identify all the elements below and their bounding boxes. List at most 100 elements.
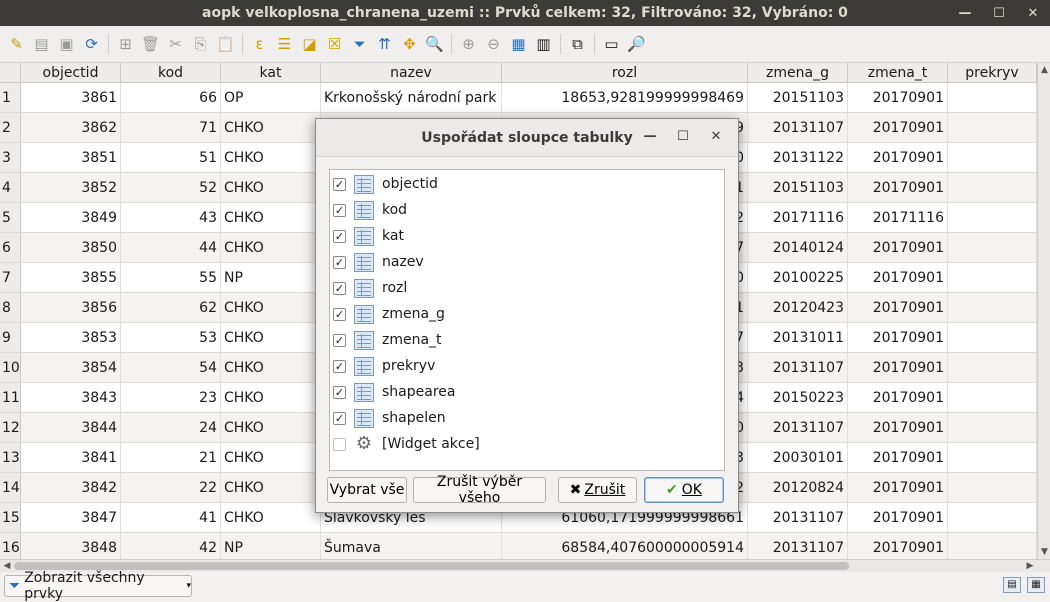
row-number[interactable]: 14 [0,473,21,502]
column-checkbox[interactable]: ✓ [333,359,346,373]
cell-kod[interactable]: 23 [121,383,221,412]
column-checkbox[interactable]: ✓ [333,333,346,347]
cell-objectid[interactable]: 3854 [21,353,121,382]
cell-kod[interactable]: 51 [121,143,221,172]
column-header[interactable]: kod [121,63,221,82]
move-selection-top-icon[interactable]: ⇈ [372,32,397,57]
column-header[interactable]: prekryv [948,63,1037,82]
cell-kat[interactable]: NP [221,263,321,292]
cell-rozl[interactable]: 68584,407600000005914 [502,533,748,559]
cell-prekryv[interactable] [948,293,1037,322]
cell-kat[interactable]: CHKO [221,293,321,322]
cell-objectid[interactable]: 3853 [21,323,121,352]
cell-zmena_t[interactable]: 20170901 [848,173,948,202]
select-expression-icon[interactable]: ε [247,32,272,57]
cell-objectid[interactable]: 3855 [21,263,121,292]
row-number[interactable]: 9 [0,323,21,352]
copy-icon[interactable]: ⎘ [188,32,213,57]
cell-kat[interactable]: CHKO [221,323,321,352]
cell-kod[interactable]: 44 [121,233,221,262]
cell-objectid[interactable]: 3862 [21,113,121,142]
cell-objectid[interactable]: 3852 [21,173,121,202]
column-checkbox[interactable]: ✓ [333,177,346,191]
cell-zmena_t[interactable]: 20170901 [848,353,948,382]
cell-prekryv[interactable] [948,473,1037,502]
column-checkbox[interactable]: ✓ [333,307,346,321]
cell-kod[interactable]: 55 [121,263,221,292]
dialog-minimize-icon[interactable]: — [640,129,660,147]
cell-kat[interactable]: CHKO [221,503,321,532]
column-list-item[interactable]: ✓ shapelen [330,405,724,431]
cell-kat[interactable]: CHKO [221,413,321,442]
cell-objectid[interactable]: 3844 [21,413,121,442]
cell-zmena_g[interactable]: 20131107 [748,113,848,142]
cell-prekryv[interactable] [948,173,1037,202]
cell-zmena_g[interactable]: 20131107 [748,533,848,559]
cell-zmena_g[interactable]: 20100225 [748,263,848,292]
select-all-button[interactable]: Vybrat vše [327,477,407,503]
cell-kod[interactable]: 62 [121,293,221,322]
cell-zmena_g[interactable]: 20131122 [748,143,848,172]
row-number[interactable]: 15 [0,503,21,532]
search-icon[interactable]: 🔎 [624,32,649,57]
row-number[interactable]: 7 [0,263,21,292]
column-header[interactable]: rozl [502,63,748,82]
cell-kod[interactable]: 71 [121,113,221,142]
cell-nazev[interactable]: Krkonošský národní park [321,83,502,112]
column-checkbox[interactable] [333,437,346,451]
ok-button[interactable]: ✔ OK [644,477,724,503]
row-number[interactable]: 5 [0,203,21,232]
delete-feature-icon[interactable]: 🗑 [138,32,163,57]
cell-zmena_t[interactable]: 20170901 [848,233,948,262]
table-row[interactable]: 16 3848 42 NP Šumava 68584,407600000005914 201… [0,533,1037,559]
column-checkbox[interactable]: ✓ [333,281,346,295]
cell-kat[interactable]: CHKO [221,173,321,202]
cell-prekryv[interactable] [948,143,1037,172]
cell-zmena_g[interactable]: 20151103 [748,83,848,112]
form-view-icon[interactable]: ▦ [1027,577,1045,593]
cell-zmena_t[interactable]: 20170901 [848,293,948,322]
row-number[interactable]: 3 [0,143,21,172]
select-all-icon[interactable]: ☰ [272,32,297,57]
row-number[interactable]: 1 [0,83,21,112]
filter-select-icon[interactable]: ⏷ [347,32,372,57]
field-calculator-icon[interactable]: ▦ [506,32,531,57]
cell-zmena_t[interactable]: 20170901 [848,83,948,112]
cell-zmena_g[interactable]: 20150223 [748,383,848,412]
cell-prekryv[interactable] [948,263,1037,292]
cell-rozl[interactable]: 18653,928199999998469 [502,83,748,112]
cell-objectid[interactable]: 3847 [21,503,121,532]
cell-zmena_t[interactable]: 20170901 [848,383,948,412]
row-number[interactable]: 6 [0,233,21,262]
pan-to-selection-icon[interactable]: ✥ [397,32,422,57]
cell-zmena_t[interactable]: 20170901 [848,263,948,292]
cell-zmena_g[interactable]: 20120824 [748,473,848,502]
cell-kat[interactable]: CHKO [221,233,321,262]
actions-icon[interactable]: ▭ [599,32,624,57]
column-list-item[interactable]: ✓ kod [330,197,724,223]
invert-selection-icon[interactable]: ◪ [297,32,322,57]
cell-prekryv[interactable] [948,233,1037,262]
cell-kod[interactable]: 43 [121,203,221,232]
cell-zmena_t[interactable]: 20170901 [848,443,948,472]
column-checkbox[interactable]: ✓ [333,255,346,269]
save-icon[interactable]: ▣ [54,32,79,57]
cell-kat[interactable]: CHKO [221,353,321,382]
cell-objectid[interactable]: 3848 [21,533,121,559]
cell-kod[interactable]: 24 [121,413,221,442]
row-number[interactable]: 16 [0,533,21,559]
cell-zmena_t[interactable]: 20170901 [848,323,948,352]
scroll-up-icon[interactable]: ▲ [1038,63,1050,77]
cell-kat[interactable]: NP [221,533,321,559]
cell-zmena_g[interactable]: 20131107 [748,503,848,532]
cell-zmena_g[interactable]: 20120423 [748,293,848,322]
cell-zmena_t[interactable]: 20170901 [848,143,948,172]
cell-zmena_t[interactable]: 20170901 [848,503,948,532]
column-list-item[interactable]: ✓ kat [330,223,724,249]
column-list-item[interactable]: ✓ prekryv [330,353,724,379]
cell-prekryv[interactable] [948,353,1037,382]
cell-kod[interactable]: 21 [121,443,221,472]
cell-kat[interactable]: CHKO [221,113,321,142]
column-list-item[interactable]: ✓ zmena_t [330,327,724,353]
column-header[interactable]: kat [221,63,321,82]
